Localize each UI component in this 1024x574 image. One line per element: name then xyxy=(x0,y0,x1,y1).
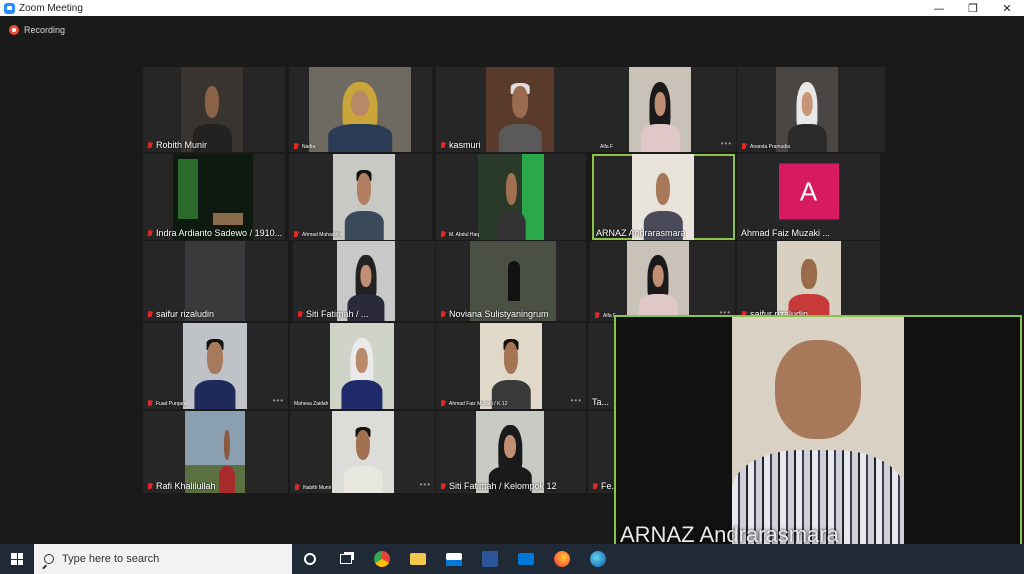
search-placeholder: Type here to search xyxy=(62,553,160,565)
participant-tile[interactable]: Fe... xyxy=(588,411,614,493)
task-view-icon[interactable] xyxy=(328,544,364,574)
participant-name: Noviana Sulistyaningrum xyxy=(440,309,549,319)
spotlight-video[interactable]: ARNAZ Andrarasmara xyxy=(614,315,1022,552)
muted-mic-icon xyxy=(592,482,598,490)
window-title: Zoom Meeting xyxy=(19,2,83,14)
minimize-button[interactable]: — xyxy=(922,0,956,16)
participant-tile[interactable]: kasmuri xyxy=(436,67,600,152)
participant-tile[interactable]: Ahmad Muhaddits xyxy=(289,154,432,240)
more-options-icon[interactable]: ••• xyxy=(721,139,732,148)
title-bar: Zoom Meeting — ❐ ✕ xyxy=(0,0,1024,16)
windows-start-icon[interactable] xyxy=(0,544,34,574)
participant-tile[interactable]: Ananda Pramudia xyxy=(737,67,885,152)
participant-name: Ahmad Faiz Muzaki ... xyxy=(741,228,831,238)
participant-tile[interactable]: Robith Munir xyxy=(143,67,285,152)
participant-tile[interactable]: Ahmad Faiz Muzaki / K 12 ••• xyxy=(436,323,586,409)
participant-name: Rafi Khalilullah xyxy=(147,481,216,491)
participant-tile[interactable]: Mahesa Zaidah xyxy=(290,323,435,409)
file-explorer-icon[interactable] xyxy=(400,544,436,574)
participant-name: Ahmad Muhaddits xyxy=(293,231,342,238)
muted-mic-icon xyxy=(440,141,446,149)
participant-tile[interactable]: Alfa F ••• xyxy=(596,67,736,152)
muted-mic-icon xyxy=(440,310,446,318)
spotlight-feed xyxy=(732,317,904,550)
edge-icon[interactable] xyxy=(580,544,616,574)
mail-icon[interactable] xyxy=(508,544,544,574)
participant-tile[interactable]: Nabith Munir ••• xyxy=(290,411,435,493)
participant-name: Siti Fatimah / Kelompok 12 xyxy=(440,481,557,491)
word-icon[interactable] xyxy=(472,544,508,574)
participant-tile[interactable]: Nadia xyxy=(289,67,432,152)
participant-tile[interactable]: Fuad Purqani ••• xyxy=(143,323,288,409)
participant-name: Ahmad Faiz Muzaki / K 12 xyxy=(440,400,507,407)
muted-mic-icon xyxy=(440,482,446,490)
more-options-icon[interactable]: ••• xyxy=(273,396,284,405)
search-icon xyxy=(44,554,54,564)
participant-tile[interactable]: Siti Fatimah / ... xyxy=(293,241,435,321)
more-options-icon[interactable]: ••• xyxy=(571,396,582,405)
zoom-app-icon xyxy=(4,2,15,14)
participant-tile[interactable]: Noviana Sulistyaningrum xyxy=(436,241,586,321)
participant-name: ARNAZ Andrarasmara xyxy=(596,228,686,238)
restore-button[interactable]: ❐ xyxy=(956,0,990,16)
participant-name: Siti Fatimah / ... xyxy=(297,309,369,319)
participant-name: Fe... xyxy=(592,481,614,491)
participant-tile-active-speaker[interactable]: ARNAZ Andrarasmara xyxy=(592,154,735,240)
cortana-icon[interactable] xyxy=(292,544,328,574)
close-button[interactable]: ✕ xyxy=(990,0,1024,16)
more-options-icon[interactable]: ••• xyxy=(420,480,431,489)
participant-tile[interactable]: M. Abdul Haq xyxy=(436,154,586,240)
windows-taskbar: Type here to search xyxy=(0,544,1024,574)
participant-name: Nabith Munir xyxy=(294,484,331,491)
muted-mic-icon xyxy=(293,231,299,238)
recording-indicator[interactable]: Recording xyxy=(9,25,65,35)
participant-tile[interactable]: Siti Fatimah / Kelompok 12 xyxy=(436,411,586,493)
participant-name: saifur rizaludin xyxy=(147,309,214,319)
participant-name: Nadia xyxy=(293,143,315,150)
participant-tile[interactable]: Ta... xyxy=(588,323,614,409)
participant-name: M. Abdul Haq xyxy=(440,231,479,238)
participant-name: kasmuri xyxy=(440,140,481,150)
muted-mic-icon xyxy=(440,400,446,407)
muted-mic-icon xyxy=(741,143,747,150)
muted-mic-icon xyxy=(147,310,153,318)
muted-mic-icon xyxy=(147,400,153,407)
muted-mic-icon xyxy=(293,143,299,150)
participant-name: Alfa F xyxy=(600,144,614,150)
recording-label: Recording xyxy=(24,25,66,35)
participant-tile[interactable]: Indra Ardianto Sadewo / 1910... xyxy=(143,154,285,240)
muted-mic-icon xyxy=(147,482,153,490)
participant-tile[interactable]: saifur rizaludin xyxy=(143,241,288,321)
participant-name: Alfa F xyxy=(594,312,616,319)
participant-tile[interactable]: Alfa F ••• xyxy=(590,241,735,321)
muted-mic-icon xyxy=(294,484,300,491)
participant-name: Ta... xyxy=(592,397,610,407)
avatar: A xyxy=(778,163,839,220)
muted-mic-icon xyxy=(147,229,153,237)
participant-tile[interactable]: Rafi Khalilullah xyxy=(143,411,288,493)
participant-name: Indra Ardianto Sadewo / 1910... xyxy=(147,228,282,238)
muted-mic-icon xyxy=(297,310,303,318)
muted-mic-icon xyxy=(147,141,153,149)
store-icon[interactable] xyxy=(436,544,472,574)
participant-name: Robith Munir xyxy=(147,140,207,150)
record-icon xyxy=(9,25,19,35)
muted-mic-icon xyxy=(594,312,600,319)
firefox-icon[interactable] xyxy=(544,544,580,574)
taskbar-search-input[interactable]: Type here to search xyxy=(34,544,292,574)
participant-tile[interactable]: saifur rizaludin xyxy=(737,241,880,321)
participant-name: Mahesa Zaidah xyxy=(294,401,329,407)
participant-name: Fuad Purqani xyxy=(147,400,186,407)
chrome-icon[interactable] xyxy=(364,544,400,574)
muted-mic-icon xyxy=(440,231,446,238)
participant-name: Ananda Pramudia xyxy=(741,143,790,150)
participant-tile[interactable]: A Ahmad Faiz Muzaki ... xyxy=(737,154,880,240)
